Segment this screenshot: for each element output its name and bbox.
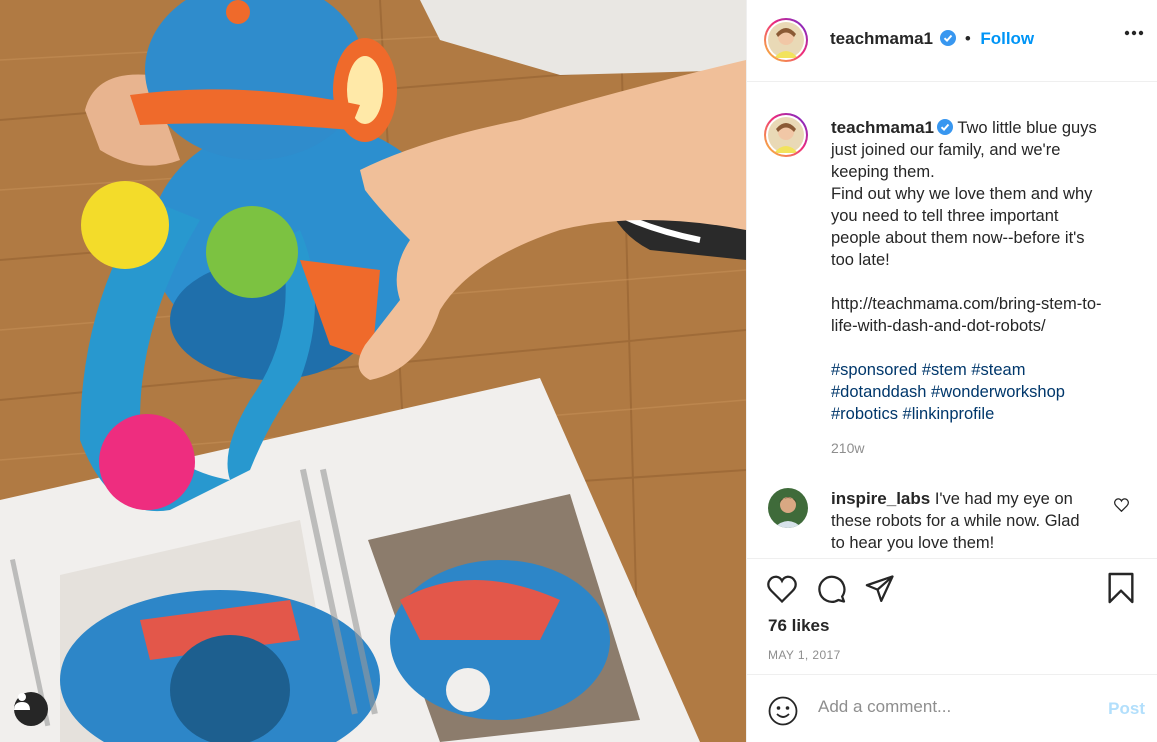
caption-line: too late! [831,251,890,269]
post-actions: 76 likes MAY 1, 2017 [747,558,1157,674]
more-options-icon[interactable] [1124,30,1144,36]
verified-badge-icon [937,119,954,135]
post-date: MAY 1, 2017 [768,648,841,662]
author-username[interactable]: teachmama1 [830,29,933,48]
robots-photo-illustration [0,0,746,742]
commenter-avatar-image [768,488,808,528]
share-icon[interactable] [865,575,895,603]
caption-line: keeping them. [831,163,935,181]
hashtag-link[interactable]: #stem [922,361,967,379]
post-photo[interactable] [0,0,746,742]
caption-link: life-with-dash-and-dot-robots/ [831,317,1046,335]
post-caption: teachmama1 Two little blue guys just joi… [831,117,1141,425]
heart-icon[interactable] [767,575,797,603]
post-comment-button[interactable]: Post [1108,699,1145,719]
comment-line: these robots for a while now. Glad [831,512,1080,530]
caption-line: people about them now--before it's [831,229,1085,247]
verified-badge-icon [940,30,957,46]
author-avatar[interactable] [764,18,808,62]
caption-line: just joined our family, and we're [831,141,1061,159]
hashtag-link[interactable]: #linkinprofile [903,405,995,423]
user-tag-button[interactable] [14,692,48,726]
emoji-icon[interactable] [768,696,798,726]
hashtag-link[interactable]: #steam [971,361,1025,379]
caption-line: Two little blue guys [957,119,1097,137]
header-separator: • [964,29,971,48]
caption-timestamp[interactable]: 210w [831,440,864,456]
hashtag-link[interactable]: #robotics [831,405,898,423]
caption-avatar-image [768,117,804,153]
hashtag-link[interactable]: #sponsored [831,361,917,379]
caption-line: Find out why we love them and why [831,185,1093,203]
post-side-panel: teachmama1 • Follow teachmama1 Two littl… [746,0,1157,742]
add-comment-bar: Post [747,674,1157,742]
caption-author-avatar[interactable] [764,113,808,157]
caption-username[interactable]: teachmama1 [831,118,934,137]
comment-line: to hear you love them! [831,534,995,552]
author-avatar-image [768,22,804,58]
post-header: teachmama1 • Follow [747,0,1157,82]
comment-item: inspire_labs I've had my eye on these ro… [831,488,1111,554]
comment-line: I've had my eye on [934,490,1073,508]
comment-icon[interactable] [816,574,847,604]
caption-line: you need to tell three important [831,207,1059,225]
comment-username[interactable]: inspire_labs [831,489,930,508]
user-tag-icon [14,693,30,710]
comment-like-heart-icon[interactable] [1114,498,1129,512]
hashtag-link[interactable]: #dotanddash [831,383,926,401]
bookmark-icon[interactable] [1107,572,1135,604]
comment-input[interactable] [818,697,1088,717]
comments-section[interactable]: teachmama1 Two little blue guys just joi… [747,82,1157,558]
likes-count[interactable]: 76 likes [768,616,829,636]
instagram-post: teachmama1 • Follow teachmama1 Two littl… [0,0,1157,742]
caption-link: http://teachmama.com/bring-stem-to- [831,295,1102,313]
commenter-avatar[interactable] [768,488,808,528]
hashtag-link[interactable]: #wonderworkshop [931,383,1065,401]
follow-button[interactable]: Follow [980,29,1034,48]
